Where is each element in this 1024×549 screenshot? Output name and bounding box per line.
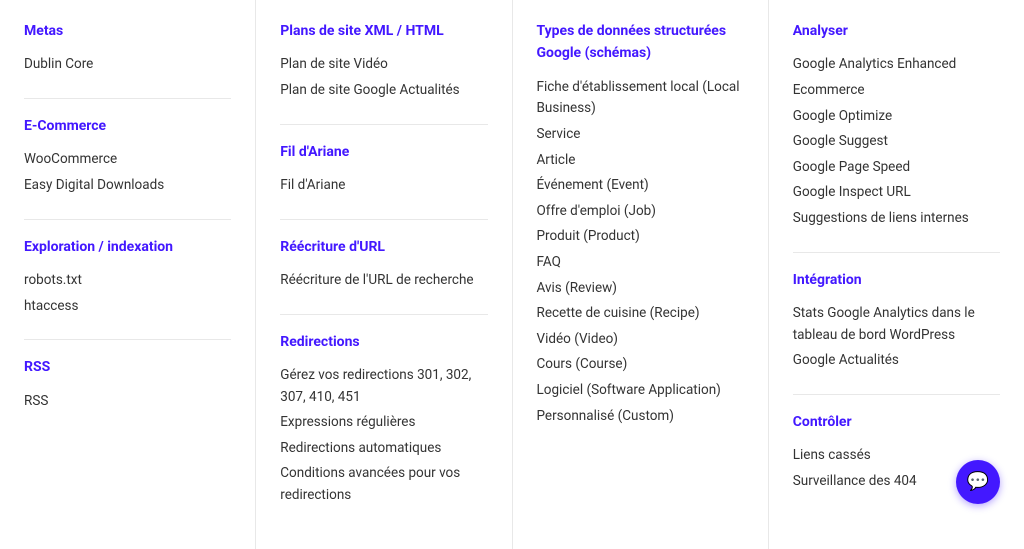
menu-item[interactable]: Redirections automatiques	[280, 436, 487, 462]
section-exploration: Exploration / indexation robots.txthtacce…	[24, 236, 231, 320]
section-title-plans-site: Plans de site XML / HTML	[280, 20, 487, 42]
section-title-fil-ariane: Fil d'Ariane	[280, 141, 487, 163]
section-fil-ariane: Fil d'Ariane Fil d'Ariane	[280, 141, 487, 199]
section-divider	[793, 394, 1000, 395]
menu-item[interactable]: Service	[537, 122, 744, 148]
section-ecommerce: E-Commerce WooCommerceEasy Digital Downlo…	[24, 115, 231, 199]
section-integration: Intégration Stats Google Analytics dans l…	[793, 269, 1000, 374]
menu-item[interactable]: Google Actualités	[793, 348, 1000, 374]
menu-item[interactable]: Google Page Speed	[793, 155, 1000, 181]
page-container: Metas Dublin Core E-Commerce WooCommerceEas…	[0, 0, 1024, 549]
section-title-controler: Contrôler	[793, 411, 1000, 433]
section-title-ecommerce: E-Commerce	[24, 115, 231, 137]
menu-item[interactable]: Easy Digital Downloads	[24, 173, 231, 199]
menu-item[interactable]: Fil d'Ariane	[280, 173, 487, 199]
section-divider	[280, 124, 487, 125]
menu-item[interactable]: Personnalisé (Custom)	[537, 404, 744, 430]
menu-item[interactable]: Offre d'emploi (Job)	[537, 199, 744, 225]
section-divider	[793, 252, 1000, 253]
menu-item[interactable]: Stats Google Analytics dans le tableau d…	[793, 301, 1000, 348]
menu-item[interactable]: Plan de site Google Actualités	[280, 78, 487, 104]
menu-item[interactable]: Expressions régulières	[280, 410, 487, 436]
menu-item[interactable]: robots.txt	[24, 268, 231, 294]
menu-item[interactable]: Gérez vos redirections 301, 302, 307, 41…	[280, 363, 487, 410]
section-divider	[280, 219, 487, 220]
section-title-analyser: Analyser	[793, 20, 1000, 42]
section-reecriture: Réécriture d'URL Réécriture de l'URL de r…	[280, 236, 487, 294]
menu-item[interactable]: Suggestions de liens internes	[793, 206, 1000, 232]
column-col1: Metas Dublin Core E-Commerce WooCommerceEas…	[0, 0, 256, 549]
menu-item[interactable]: Google Analytics Enhanced	[793, 52, 1000, 78]
menu-item[interactable]: Google Inspect URL	[793, 180, 1000, 206]
section-divider	[24, 219, 231, 220]
section-redirections: Redirections Gérez vos redirections 301, …	[280, 331, 487, 509]
menu-item[interactable]: Réécriture de l'URL de recherche	[280, 268, 487, 294]
section-title-integration: Intégration	[793, 269, 1000, 291]
section-types-donnees: Types de données structurées Google (sch…	[537, 20, 744, 429]
menu-item[interactable]: Conditions avancées pour vos redirection…	[280, 461, 487, 508]
column-col3: Types de données structurées Google (sch…	[513, 0, 769, 549]
section-metas: Metas Dublin Core	[24, 20, 231, 78]
column-col2: Plans de site XML / HTML Plan de site Vid…	[256, 0, 512, 549]
menu-item[interactable]: htaccess	[24, 294, 231, 320]
menu-item[interactable]: RSS	[24, 389, 231, 415]
section-title-reecriture: Réécriture d'URL	[280, 236, 487, 258]
section-title-rss: RSS	[24, 356, 231, 378]
section-title-types-donnees: Types de données structurées Google (sch…	[537, 20, 744, 65]
menu-item[interactable]: WooCommerce	[24, 147, 231, 173]
menu-item[interactable]: Ecommerce	[793, 78, 1000, 104]
section-divider	[280, 314, 487, 315]
section-rss: RSS RSS	[24, 356, 231, 414]
section-title-redirections: Redirections	[280, 331, 487, 353]
menu-item[interactable]: Article	[537, 148, 744, 174]
section-title-metas: Metas	[24, 20, 231, 42]
menu-item[interactable]: Cours (Course)	[537, 352, 744, 378]
menu-item[interactable]: Dublin Core	[24, 52, 231, 78]
menu-item[interactable]: Produit (Product)	[537, 224, 744, 250]
menu-item[interactable]: Google Optimize	[793, 104, 1000, 130]
section-divider	[24, 339, 231, 340]
section-title-exploration: Exploration / indexation	[24, 236, 231, 258]
section-analyser: Analyser Google Analytics EnhancedEcommer…	[793, 20, 1000, 232]
section-divider	[24, 98, 231, 99]
menu-item[interactable]: Google Suggest	[793, 129, 1000, 155]
chat-icon: 💬	[967, 468, 989, 497]
menu-item[interactable]: FAQ	[537, 250, 744, 276]
menu-item[interactable]: Événement (Event)	[537, 173, 744, 199]
chat-fab-button[interactable]: 💬	[956, 460, 1000, 504]
menu-item[interactable]: Avis (Review)	[537, 276, 744, 302]
menu-item[interactable]: Plan de site Vidéo	[280, 52, 487, 78]
menu-item[interactable]: Vidéo (Video)	[537, 327, 744, 353]
menu-item[interactable]: Fiche d'établissement local (Local Busin…	[537, 75, 744, 122]
section-plans-site: Plans de site XML / HTML Plan de site Vid…	[280, 20, 487, 104]
menu-item[interactable]: Recette de cuisine (Recipe)	[537, 301, 744, 327]
menu-item[interactable]: Logiciel (Software Application)	[537, 378, 744, 404]
